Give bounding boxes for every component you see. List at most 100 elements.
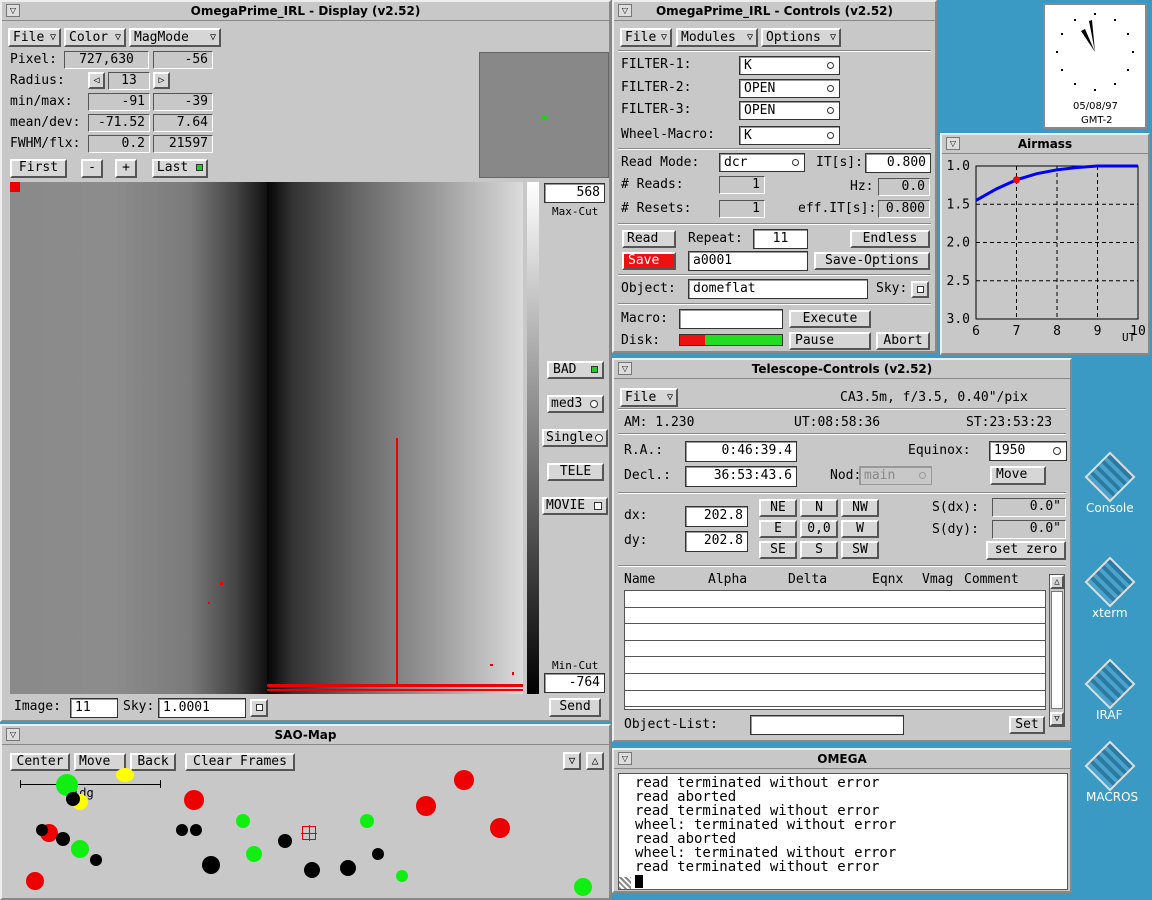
window-menu-icon[interactable]: ▽ [618, 362, 632, 375]
move-button[interactable]: Move [990, 466, 1046, 485]
read-button[interactable]: Read [622, 230, 676, 248]
desktop-icon-iraf[interactable]: IRAF [1076, 658, 1146, 726]
window-menu-icon[interactable]: ▽ [6, 4, 20, 17]
radius-decrease-button[interactable]: ◁ [88, 72, 105, 89]
filter1-select[interactable]: K [739, 56, 840, 75]
move-sw-button[interactable]: SW [841, 541, 879, 559]
first-button[interactable]: First [10, 159, 67, 178]
nod-select[interactable]: main [859, 466, 932, 485]
telescope-titlebar[interactable]: ▽ Telescope-Controls (v2.52) [614, 360, 1070, 379]
equinox-select[interactable]: 1950 [989, 441, 1067, 461]
file-menu[interactable]: File ▽ [8, 28, 61, 47]
table-row[interactable] [625, 608, 1045, 625]
endless-button[interactable]: Endless [850, 230, 930, 248]
move-w-button[interactable]: W [841, 520, 879, 538]
wheel-macro-select[interactable]: K [739, 126, 840, 145]
desktop-icon-xterm[interactable]: xterm [1076, 556, 1146, 624]
move-se-button[interactable]: SE [759, 541, 797, 559]
object-table-scrollbar[interactable]: △ ▽ [1049, 574, 1065, 727]
window-menu-icon[interactable]: ▽ [946, 137, 960, 150]
set-zero-button[interactable]: set zero [986, 541, 1066, 560]
file-menu[interactable]: File ▽ [620, 388, 678, 407]
filter2-select[interactable]: OPEN [739, 79, 840, 98]
filter3-select[interactable]: OPEN [739, 101, 840, 120]
sky-toggle[interactable] [911, 281, 929, 298]
options-menu[interactable]: Options ▽ [761, 28, 841, 47]
image-number-field[interactable]: 11 [70, 698, 118, 718]
decl-field[interactable]: 36:53:43.6 [685, 466, 797, 487]
table-row[interactable] [625, 591, 1045, 608]
save-options-button[interactable]: Save-Options [814, 252, 930, 270]
window-menu-icon[interactable]: ▽ [618, 752, 632, 765]
movie-toggle[interactable]: MOVIE [542, 497, 608, 515]
log-output[interactable]: read terminated without error read abort… [618, 773, 1068, 890]
modules-menu[interactable]: Modules ▽ [676, 28, 758, 47]
objlist-field[interactable] [750, 715, 904, 735]
abort-button[interactable]: Abort [876, 332, 930, 350]
omega-titlebar[interactable]: ▽ OMEGA [614, 750, 1070, 769]
minus-button[interactable]: - [81, 159, 103, 178]
pause-button[interactable]: Pause [789, 332, 871, 350]
controls-titlebar[interactable]: ▽ OmegaPrime_IRL - Controls (v2.52) [614, 2, 935, 21]
tele-button[interactable]: TELE [547, 463, 604, 481]
color-menu[interactable]: Color ▽ [64, 28, 126, 47]
resize-grip-icon[interactable] [619, 877, 631, 889]
readmode-select[interactable]: dcr [719, 153, 805, 172]
object-table[interactable] [624, 590, 1046, 710]
move-nw-button[interactable]: NW [841, 499, 879, 517]
scroll-up-icon[interactable]: △ [586, 752, 604, 770]
scroll-thumb[interactable] [1051, 591, 1063, 709]
image-canvas[interactable] [10, 182, 523, 694]
object-field[interactable]: domeflat [688, 279, 868, 299]
zoom-preview[interactable] [479, 52, 609, 178]
saomap-titlebar[interactable]: ▽ SAO-Map [2, 726, 609, 745]
airmass-titlebar[interactable]: ▽ Airmass [942, 135, 1148, 154]
scroll-up-icon[interactable]: △ [1050, 575, 1064, 589]
file-menu[interactable]: File ▽ [620, 28, 672, 47]
radius-increase-button[interactable]: ▷ [153, 72, 170, 89]
table-row[interactable] [625, 641, 1045, 658]
back-button[interactable]: Back [130, 753, 176, 771]
med3-toggle[interactable]: med3 [547, 395, 604, 413]
center-button[interactable]: Center [10, 753, 70, 771]
sky-field[interactable]: 1.0001 [158, 698, 246, 718]
save-button[interactable]: Save [622, 252, 676, 270]
execute-button[interactable]: Execute [789, 310, 871, 328]
move-ne-button[interactable]: NE [759, 499, 797, 517]
move-s-button[interactable]: S [800, 541, 838, 559]
move-center-button[interactable]: 0,0 [800, 520, 838, 538]
table-row[interactable] [625, 691, 1045, 708]
window-menu-icon[interactable]: ▽ [618, 4, 632, 17]
scroll-down-icon[interactable]: ▽ [1050, 712, 1064, 726]
desktop-icon-macros[interactable]: MACROS [1076, 740, 1146, 808]
display-titlebar[interactable]: ▽ OmegaPrime_IRL - Display (v2.52) [2, 2, 609, 21]
set-button[interactable]: Set [1009, 716, 1045, 734]
dy-field[interactable]: 202.8 [685, 531, 748, 552]
window-menu-icon[interactable]: ▽ [6, 728, 20, 741]
last-button[interactable]: Last [152, 159, 208, 178]
max-cut-field[interactable]: 568 [544, 183, 605, 203]
star-map[interactable]: 1dg [6, 768, 606, 898]
dx-field[interactable]: 202.8 [685, 506, 748, 527]
filename-field[interactable]: a0001 [688, 251, 808, 271]
clear-frames-button[interactable]: Clear Frames [185, 753, 295, 771]
min-cut-field[interactable]: -764 [544, 673, 605, 693]
repeat-field[interactable]: 11 [753, 229, 808, 249]
table-row[interactable] [625, 657, 1045, 674]
bad-toggle[interactable]: BAD [547, 361, 604, 379]
move-button[interactable]: Move [74, 753, 126, 771]
magmode-menu[interactable]: MagMode ▽ [129, 28, 221, 47]
sky-toggle[interactable] [250, 699, 268, 717]
table-row[interactable] [625, 674, 1045, 691]
table-row[interactable] [625, 624, 1045, 641]
ra-field[interactable]: 0:46:39.4 [685, 441, 797, 462]
scroll-down-icon[interactable]: ▽ [563, 752, 581, 770]
send-button[interactable]: Send [549, 698, 601, 717]
move-n-button[interactable]: N [800, 499, 838, 517]
desktop-icon-console[interactable]: Console [1076, 451, 1146, 519]
single-toggle[interactable]: Single [542, 429, 608, 447]
plus-button[interactable]: + [115, 159, 137, 178]
macro-field[interactable] [679, 309, 783, 329]
it-field[interactable]: 0.800 [865, 153, 931, 173]
move-e-button[interactable]: E [759, 520, 797, 538]
